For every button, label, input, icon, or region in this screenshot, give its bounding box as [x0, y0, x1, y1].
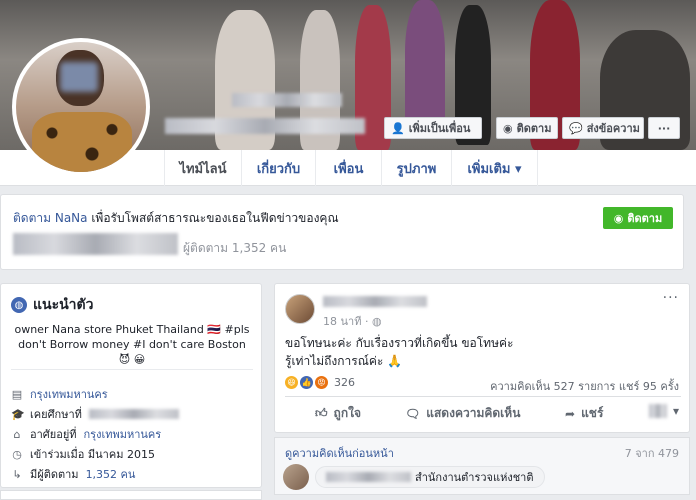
face-blur — [60, 62, 98, 92]
follow-prompt: ติดตาม NaNa เพื่อรับโพสต์สาธารณะของเธอใน… — [13, 209, 339, 228]
post-stats[interactable]: ความคิดเห็น 527 รายการ แชร์ 95 ครั้ง — [490, 377, 679, 395]
tab-timeline[interactable]: ไทม์ไลน์ — [164, 150, 242, 186]
tab-friends[interactable]: เพื่อน — [316, 150, 382, 186]
post-timestamp[interactable]: 18 นาที · ◍ — [323, 312, 382, 330]
tab-about[interactable]: เกี่ยวกับ — [242, 150, 316, 186]
intro-row-joined: ◷ เข้าร่วมเมื่อ มีนาคม 2015 — [12, 447, 155, 462]
followers-icon: ↳ — [12, 467, 22, 481]
like-reaction-icon: 👍 — [300, 376, 313, 389]
blurred-profile-name — [165, 118, 365, 134]
intro-row-lives-in[interactable]: ⌂ อาศัยอยู่ที่ กรุงเทพมหานคร — [11, 425, 162, 443]
commenter-avatar[interactable] — [283, 464, 309, 490]
intro-row-education[interactable]: 🎓 เคยศึกษาที่ — [11, 405, 179, 423]
graduation-cap-icon: 🎓 — [11, 407, 25, 421]
briefcase-icon: ▤ — [11, 387, 23, 401]
post-body: ขอโทษนะค่ะ กับเรื่องราวที่เกิดขึ้น ขอโทษ… — [285, 336, 514, 368]
angry-reaction-icon: 😡 — [315, 376, 328, 389]
blurred-commenter-name[interactable] — [326, 472, 411, 482]
intro-row-followers[interactable]: ↳ มีผู้ติดตาม 1,352 คน — [11, 465, 135, 483]
view-previous-comments-link[interactable]: ดูความคิดเห็นก่อนหน้า — [285, 444, 394, 462]
post-options-button[interactable]: ··· — [663, 290, 679, 306]
privacy-globe-icon: ◍ — [371, 315, 382, 328]
share-icon: ➦ — [565, 406, 576, 421]
divider — [11, 369, 253, 370]
profile-picture-image — [16, 42, 146, 172]
tab-more[interactable]: เพิ่มเติม ▾ — [452, 150, 538, 186]
post-as-selector[interactable]: ▾ — [649, 404, 679, 418]
bio-text: owner Nana store Phuket Thailand 🇹🇭 #pls… — [14, 323, 250, 366]
follow-name-link[interactable]: NaNa — [55, 211, 88, 225]
follow-suffix: เพื่อรับโพสต์สาธารณะของเธอในฟีดข่าวของคุ… — [87, 211, 339, 225]
rss-icon: ◉ — [613, 211, 624, 225]
comment-bubble: สำนักงานตำรวจแห่งชาติ — [315, 466, 545, 488]
haha-reaction-icon: 😆 — [285, 376, 298, 389]
globe-icon: ◍ — [11, 297, 27, 313]
comment-button[interactable]: 🗨︎ แสดงความคิดเห็น — [405, 404, 520, 423]
blurred-post-author[interactable] — [323, 296, 427, 307]
follow-card: ติดตาม NaNa เพื่อรับโพสต์สาธารณะของเธอใน… — [0, 194, 684, 270]
leopard-dress — [32, 112, 132, 172]
post-author-avatar[interactable] — [285, 294, 315, 324]
more-options-button[interactable]: ··· — [648, 117, 680, 139]
message-button[interactable]: 💬 ส่งข้อความ — [562, 117, 644, 139]
cover-mannequin — [405, 0, 445, 130]
rss-icon: ◉ — [503, 121, 513, 135]
post-card: 18 นาที · ◍ ··· ขอโทษนะค่ะ กับเรื่องราวท… — [274, 283, 690, 433]
reaction-summary[interactable]: 😆 👍 😡 326 — [285, 376, 355, 389]
home-icon: ⌂ — [13, 427, 21, 441]
intro-title: ◍ แนะนำตัว — [11, 294, 94, 316]
share-button[interactable]: ➦ แชร์ — [565, 404, 603, 423]
next-card — [0, 490, 262, 500]
blurred-avatar — [649, 404, 667, 418]
tab-photos[interactable]: รูปภาพ — [382, 150, 452, 186]
blurred-school[interactable] — [88, 409, 179, 419]
add-friend-icon: 👤 — [391, 121, 405, 135]
follow-cover-button[interactable]: ◉ ติดตาม — [496, 117, 558, 139]
follower-avatars[interactable] — [13, 233, 178, 255]
follower-count: ผู้ติดตาม 1,352 คน — [183, 241, 287, 255]
comments-section: ดูความคิดเห็นก่อนหน้า 7 จาก 479 สำนักงาน… — [274, 437, 690, 495]
blurred-profile-name — [232, 93, 342, 107]
comment-count: 7 จาก 479 — [624, 447, 679, 460]
add-friend-button[interactable]: 👤 เพิ่มเป็นเพื่อน — [384, 117, 482, 139]
intro-row-workplace[interactable]: ▤ กรุงเทพมหานคร — [11, 385, 108, 403]
clock-icon: ◷ — [12, 447, 22, 461]
messenger-icon: 💬 — [569, 121, 583, 135]
comment-icon: 🗨︎ — [405, 406, 421, 421]
follow-button[interactable]: ◉ ติดตาม — [603, 207, 673, 229]
like-button[interactable]: 👍︎ ถูกใจ — [315, 404, 361, 423]
divider — [285, 396, 681, 397]
thumbs-up-icon: 👍︎ — [315, 406, 328, 420]
follow-prefix: ติดตาม — [13, 211, 55, 225]
profile-picture[interactable] — [12, 38, 150, 176]
chevron-down-icon: ▾ — [673, 404, 680, 418]
intro-card: ◍ แนะนำตัว owner Nana store Phuket Thail… — [0, 283, 262, 488]
